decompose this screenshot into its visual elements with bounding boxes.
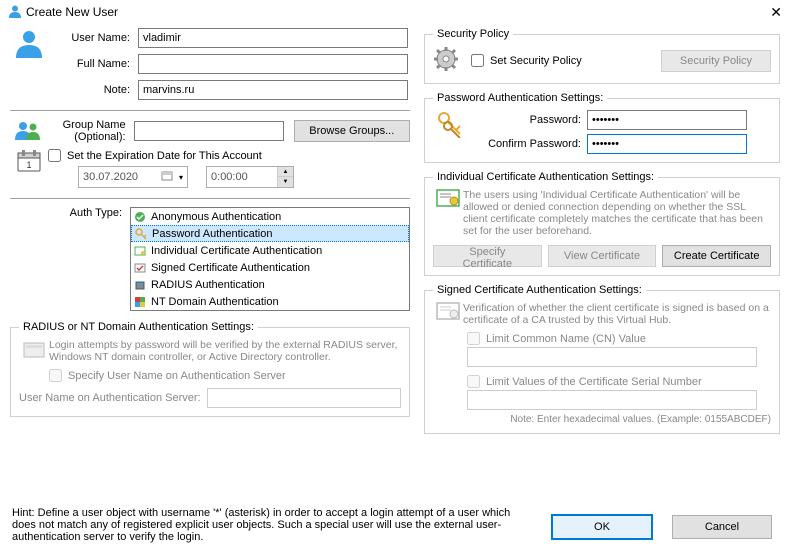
label-set-security-policy: Set Security Policy: [490, 55, 582, 67]
cn-value-field: [467, 347, 757, 367]
label-specify-user-authsrv: Specify User Name on Authentication Serv…: [68, 370, 286, 382]
view-certificate-button: View Certificate: [548, 245, 657, 267]
browse-groups-button[interactable]: Browse Groups...: [294, 120, 410, 142]
create-certificate-button[interactable]: Create Certificate: [662, 245, 771, 267]
serial-value-field: [467, 390, 757, 410]
label-confirm-password: Confirm Password:: [467, 138, 587, 150]
authtype-label: Password Authentication: [152, 228, 272, 240]
label-limit-serial: Limit Values of the Certificate Serial N…: [486, 376, 702, 388]
calendar-icon: 1: [10, 149, 48, 173]
radius-nt-desc: Login attempts by password will be verif…: [49, 339, 401, 363]
security-policy-button: Security Policy: [661, 50, 771, 72]
radius-nt-fieldset: RADIUS or NT Domain Authentication Setti…: [10, 321, 410, 417]
note-field[interactable]: [138, 80, 408, 100]
password-field[interactable]: [587, 110, 747, 130]
list-item[interactable]: Individual Certificate Authentication: [131, 242, 409, 259]
calendar-dropdown-icon[interactable]: [159, 170, 175, 185]
label-indiv-cert: Individual Certificate Authentication Se…: [433, 171, 658, 183]
nt-domain-icon: [133, 295, 147, 309]
anonymous-icon: [133, 210, 147, 224]
list-item[interactable]: RADIUS Authentication: [131, 276, 409, 293]
window-title: Create New User: [26, 5, 770, 19]
fullname-field[interactable]: [138, 54, 408, 74]
expiration-date-input[interactable]: [79, 168, 159, 186]
ok-button[interactable]: OK: [552, 515, 652, 539]
confirm-password-field[interactable]: [587, 134, 747, 154]
indiv-cert-desc: The users using 'Individual Certificate …: [463, 189, 771, 237]
list-item[interactable]: Signed Certificate Authentication: [131, 259, 409, 276]
user-large-icon: [10, 28, 48, 106]
key-icon: [134, 227, 148, 241]
radius-icon: [133, 278, 147, 292]
set-security-policy-checkbox[interactable]: [471, 54, 484, 67]
list-item[interactable]: NT Domain Authentication: [131, 293, 409, 310]
label-limit-cn: Limit Common Name (CN) Value: [486, 333, 646, 345]
specify-user-authsrv-checkbox: [49, 369, 62, 382]
server-icon: [19, 339, 49, 363]
label-user-authsrv: User Name on Authentication Server:: [19, 392, 207, 404]
certificate-large-icon: [433, 189, 463, 237]
titlebar: Create New User ✕: [0, 0, 790, 24]
authtype-label: RADIUS Authentication: [151, 279, 265, 291]
label-fullname: Full Name:: [48, 58, 138, 70]
label-authtype: Auth Type:: [40, 207, 130, 311]
expiration-time-input[interactable]: [207, 168, 277, 186]
label-security-policy: Security Policy: [433, 28, 513, 40]
list-item[interactable]: Password Authentication: [131, 225, 409, 242]
user-authsrv-field: [207, 388, 401, 408]
label-signed-cert: Signed Certificate Authentication Settin…: [433, 284, 646, 296]
label-username: User Name:: [48, 32, 138, 44]
user-icon: [8, 4, 22, 21]
password-auth-fieldset: Password Authentication Settings: Passwo…: [424, 92, 780, 163]
label-radius-nt: RADIUS or NT Domain Authentication Setti…: [19, 321, 258, 333]
limit-cn-checkbox: [467, 332, 480, 345]
groupname-field[interactable]: [134, 121, 284, 141]
label-set-expiration: Set the Expiration Date for This Account: [67, 150, 262, 162]
svg-text:1: 1: [26, 160, 31, 170]
signed-certificate-large-icon: [433, 302, 463, 326]
keys-icon: [433, 110, 467, 154]
hex-note: Note: Enter hexadecimal values. (Example…: [433, 414, 771, 425]
label-note: Note:: [48, 84, 138, 96]
authtype-label: Individual Certificate Authentication: [151, 245, 322, 257]
expiration-date-field[interactable]: ▾: [78, 166, 188, 188]
signed-certificate-icon: [133, 261, 147, 275]
signed-cert-desc: Verification of whether the client certi…: [463, 302, 771, 326]
indiv-cert-fieldset: Individual Certificate Authentication Se…: [424, 171, 780, 276]
hint-text: Hint: Define a user object with username…: [12, 507, 532, 543]
chevron-down-icon[interactable]: ▾: [175, 173, 187, 182]
time-stepper[interactable]: ▲▼: [277, 167, 293, 187]
label-password: Password:: [467, 114, 587, 126]
label-groupname: Group Name (Optional):: [47, 119, 134, 143]
label-password-auth: Password Authentication Settings:: [433, 92, 607, 104]
expiration-time-field[interactable]: ▲▼: [206, 166, 294, 188]
specify-certificate-button: Specify Certificate: [433, 245, 542, 267]
authtype-label: NT Domain Authentication: [151, 296, 279, 308]
security-policy-fieldset: Security Policy Set Security Policy Secu…: [424, 28, 780, 84]
group-icon: [10, 120, 47, 142]
authtype-label: Anonymous Authentication: [151, 211, 281, 223]
limit-serial-checkbox: [467, 375, 480, 388]
signed-cert-fieldset: Signed Certificate Authentication Settin…: [424, 284, 780, 434]
certificate-icon: [133, 244, 147, 258]
gear-icon: [433, 46, 459, 75]
username-field[interactable]: [138, 28, 408, 48]
list-item[interactable]: Anonymous Authentication: [131, 208, 409, 225]
close-icon[interactable]: ✕: [770, 4, 782, 21]
set-expiration-checkbox[interactable]: [48, 149, 61, 162]
authtype-list[interactable]: Anonymous Authentication Password Authen…: [130, 207, 410, 311]
authtype-label: Signed Certificate Authentication: [151, 262, 310, 274]
cancel-button[interactable]: Cancel: [672, 515, 772, 539]
